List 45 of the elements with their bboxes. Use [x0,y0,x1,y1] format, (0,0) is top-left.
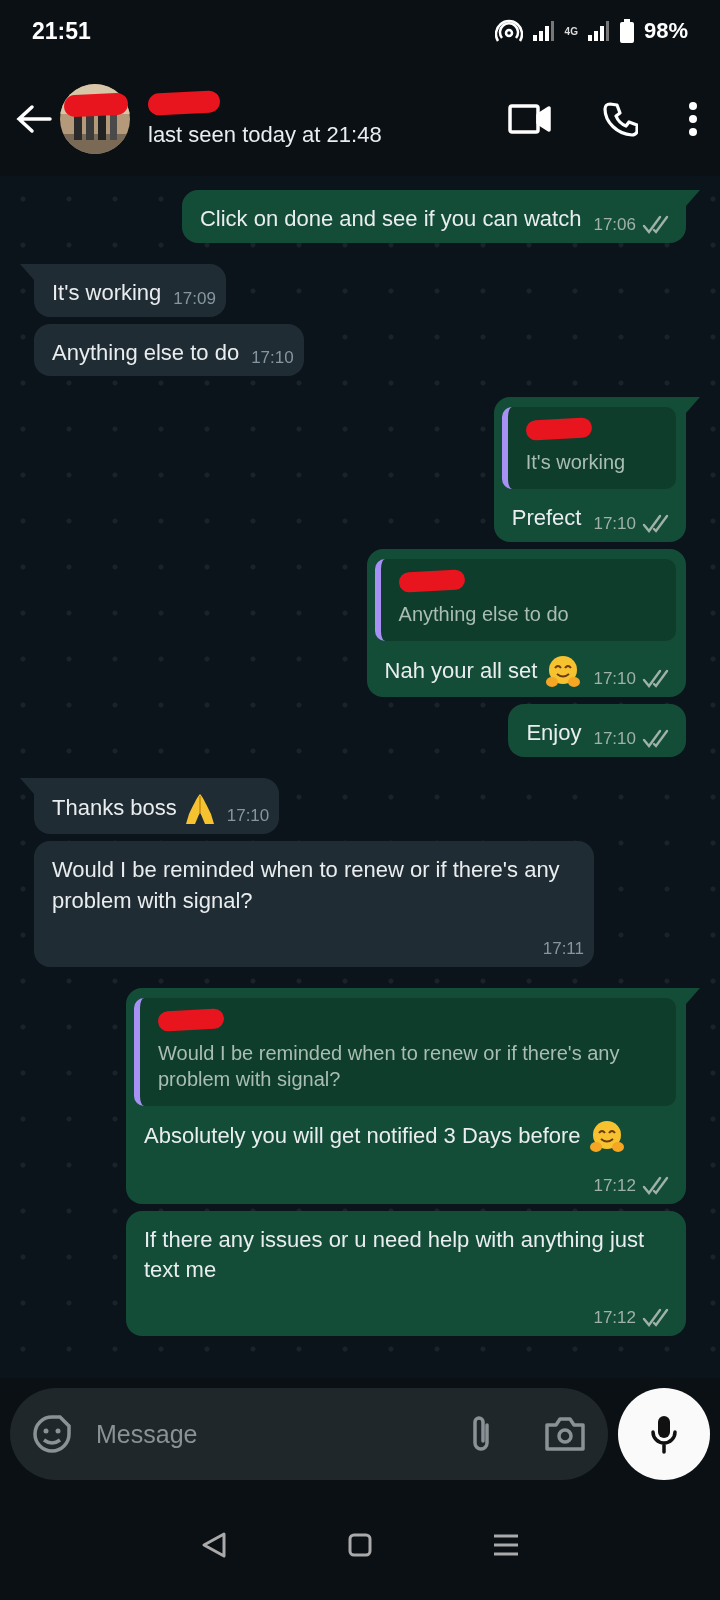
message-text: It's working [52,278,162,307]
message-time: 17:12 [593,1308,636,1329]
message-text: Absolutely you will get notified 3 Days before [144,1113,625,1154]
folded-hands-emoji-icon [184,792,215,826]
message-time: 17:06 [593,214,636,235]
message-text: Click on done and see if you can watch [199,205,582,233]
signal-icon [532,21,555,41]
message-text: Thanks boss [52,786,215,826]
message-text: Nah your all set [384,649,582,690]
back-icon[interactable] [16,104,52,134]
message-time: 17:10 [226,806,270,826]
message-text: Anything else to do [52,338,240,367]
quoted-text: Would I be reminded when to renew or if there's any problem with signal? [158,1040,621,1092]
message-time: 17:09 [173,288,216,309]
status-time: 21:51 [32,17,91,45]
message-time: 17:12 [593,1175,636,1196]
video-call-icon[interactable] [508,103,552,135]
battery-icon [619,19,634,43]
sticker-icon[interactable] [32,1414,72,1454]
battery-level: 98% [643,18,688,44]
signal-icon [587,21,610,41]
hugging-face-emoji-icon [545,655,582,690]
camera-icon[interactable] [544,1416,586,1452]
last-seen-status: last seen today at 21:48 [148,122,383,148]
network-type: 4G [564,25,578,37]
recent-apps-icon[interactable] [493,1533,520,1557]
home-icon[interactable] [348,1533,372,1557]
message-text: If there any issues or u need help with anything just text me [144,1225,646,1285]
hugging-face-emoji-icon [588,1119,625,1154]
message-time: 17:10 [251,348,294,369]
quoted-text: It's working [525,450,627,476]
message-time: 17:10 [593,514,636,535]
phone-icon[interactable] [602,101,638,137]
message-text: Enjoy [526,719,582,748]
message-text: Would I be reminded when to renew or if there's any problem with signal? [52,856,561,915]
microphone-icon [650,1414,678,1454]
message-time: 17:10 [593,669,636,690]
back-navigation-icon[interactable] [200,1531,227,1559]
message-time: 17:10 [593,729,636,749]
quoted-text: Anything else to do [398,602,570,628]
hotspot-icon [494,19,523,43]
message-text: Prefect [511,504,582,533]
more-options-icon[interactable] [688,101,698,137]
message-time: 17:11 [542,938,584,959]
message-field[interactable]: Message [94,1418,446,1450]
